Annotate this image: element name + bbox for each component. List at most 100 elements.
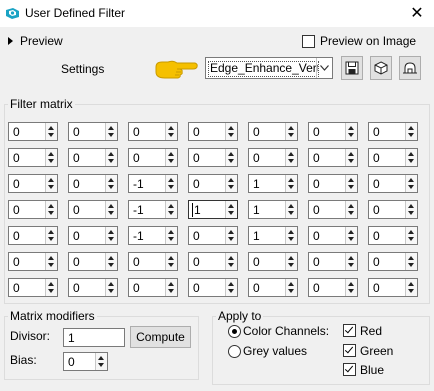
matrix-cell-stepper[interactable]: 0 — [368, 174, 418, 193]
matrix-cell-spinner[interactable] — [45, 227, 57, 244]
matrix-cell-spinner[interactable] — [165, 227, 177, 244]
matrix-cell-spinner[interactable] — [225, 123, 237, 140]
matrix-cell-stepper[interactable]: 0 — [188, 174, 238, 193]
matrix-cell-spinner[interactable] — [225, 253, 237, 270]
matrix-cell-stepper[interactable]: 0 — [368, 252, 418, 271]
matrix-cell-stepper[interactable]: -1 — [128, 200, 178, 219]
matrix-cell-spinner[interactable] — [285, 253, 297, 270]
matrix-cell-spinner[interactable] — [285, 227, 297, 244]
save-preset-button[interactable] — [341, 56, 363, 80]
matrix-cell-stepper[interactable]: 0 — [68, 226, 118, 245]
matrix-cell-stepper[interactable]: 0 — [68, 278, 118, 297]
matrix-cell-spinner[interactable] — [225, 227, 237, 244]
matrix-cell-spinner[interactable] — [285, 123, 297, 140]
matrix-cell-spinner[interactable] — [45, 253, 57, 270]
matrix-cell-stepper[interactable]: 1 — [248, 226, 298, 245]
matrix-cell-spinner[interactable] — [405, 201, 417, 218]
chevron-down-icon[interactable] — [316, 58, 332, 78]
matrix-cell-spinner[interactable] — [405, 175, 417, 192]
matrix-cell-stepper[interactable]: 0 — [8, 148, 58, 167]
matrix-cell-spinner[interactable] — [405, 279, 417, 296]
matrix-cell-stepper[interactable]: 0 — [308, 278, 358, 297]
matrix-cell-spinner[interactable] — [165, 201, 177, 218]
matrix-cell-spinner[interactable] — [165, 279, 177, 296]
matrix-cell-stepper[interactable]: 0 — [68, 122, 118, 141]
preview-on-image-checkbox[interactable]: Preview on Image — [302, 34, 416, 48]
matrix-cell-spinner[interactable] — [45, 149, 57, 166]
matrix-cell-stepper[interactable]: 0 — [188, 226, 238, 245]
matrix-cell-spinner[interactable] — [165, 123, 177, 140]
matrix-cell-spinner[interactable] — [345, 227, 357, 244]
matrix-cell-stepper[interactable]: 0 — [8, 252, 58, 271]
matrix-cell-stepper[interactable]: 0 — [368, 148, 418, 167]
matrix-cell-spinner[interactable] — [105, 279, 117, 296]
matrix-cell-stepper[interactable]: 0 — [248, 122, 298, 141]
matrix-cell-spinner[interactable] — [345, 123, 357, 140]
green-channel-checkbox[interactable] — [343, 344, 356, 357]
matrix-cell-stepper[interactable]: 0 — [68, 174, 118, 193]
matrix-cell-stepper[interactable]: 0 — [308, 174, 358, 193]
matrix-cell-stepper[interactable]: 0 — [308, 148, 358, 167]
matrix-cell-spinner[interactable] — [105, 227, 117, 244]
matrix-cell-spinner[interactable] — [225, 201, 237, 218]
matrix-cell-spinner[interactable] — [405, 253, 417, 270]
matrix-cell-stepper[interactable]: 0 — [188, 278, 238, 297]
matrix-cell-spinner[interactable] — [405, 123, 417, 140]
preset-dropdown[interactable]: Edge_Enhance_Vert... — [205, 57, 333, 79]
matrix-cell-stepper[interactable]: 0 — [188, 252, 238, 271]
matrix-cell-stepper[interactable]: 0 — [188, 148, 238, 167]
matrix-cell-spinner[interactable] — [105, 175, 117, 192]
matrix-cell-stepper[interactable]: 0 — [368, 122, 418, 141]
matrix-cell-spinner[interactable] — [225, 279, 237, 296]
compute-button[interactable]: Compute — [130, 326, 191, 348]
matrix-cell-spinner[interactable] — [45, 201, 57, 218]
matrix-cell-stepper[interactable]: 1 — [248, 174, 298, 193]
matrix-cell-spinner[interactable] — [105, 253, 117, 270]
matrix-cell-stepper[interactable]: 0 — [308, 200, 358, 219]
matrix-cell-stepper[interactable]: 0 — [308, 122, 358, 141]
matrix-cell-stepper[interactable]: 1 — [248, 200, 298, 219]
matrix-cell-spinner[interactable] — [285, 149, 297, 166]
matrix-cell-spinner[interactable] — [285, 279, 297, 296]
matrix-cell-stepper[interactable]: 0 — [368, 226, 418, 245]
matrix-cell-spinner[interactable] — [405, 227, 417, 244]
bias-spinner[interactable] — [95, 353, 107, 370]
preview-expander[interactable]: Preview — [8, 34, 63, 48]
cube-button[interactable] — [370, 56, 392, 80]
matrix-cell-spinner[interactable] — [105, 201, 117, 218]
matrix-cell-stepper[interactable]: 0 — [8, 122, 58, 141]
matrix-cell-stepper[interactable]: 0 — [8, 278, 58, 297]
matrix-cell-stepper[interactable]: 0 — [68, 252, 118, 271]
matrix-cell-stepper[interactable]: 0 — [128, 148, 178, 167]
matrix-cell-spinner[interactable] — [285, 201, 297, 218]
matrix-cell-stepper[interactable]: 0 — [8, 174, 58, 193]
matrix-cell-spinner[interactable] — [165, 149, 177, 166]
matrix-cell-spinner[interactable] — [225, 175, 237, 192]
matrix-cell-stepper[interactable]: 0 — [68, 148, 118, 167]
matrix-cell-spinner[interactable] — [285, 175, 297, 192]
blue-channel-checkbox[interactable] — [343, 363, 356, 376]
matrix-cell-stepper[interactable]: 0 — [248, 148, 298, 167]
matrix-cell-spinner[interactable] — [225, 149, 237, 166]
matrix-cell-stepper[interactable]: 0 — [188, 122, 238, 141]
divisor-input[interactable]: 1 — [63, 328, 125, 347]
matrix-cell-spinner[interactable] — [45, 175, 57, 192]
matrix-cell-stepper[interactable]: 0 — [368, 200, 418, 219]
matrix-cell-spinner[interactable] — [105, 149, 117, 166]
matrix-cell-stepper[interactable]: 0 — [68, 200, 118, 219]
matrix-cell-spinner[interactable] — [45, 279, 57, 296]
matrix-cell-stepper[interactable]: 0 — [368, 278, 418, 297]
matrix-cell-spinner[interactable] — [345, 149, 357, 166]
reset-button[interactable] — [399, 56, 421, 80]
matrix-cell-spinner[interactable] — [105, 123, 117, 140]
bias-stepper[interactable]: 0 — [63, 352, 108, 371]
matrix-cell-stepper[interactable]: 0 — [248, 252, 298, 271]
matrix-cell-stepper[interactable]: 0 — [308, 226, 358, 245]
matrix-cell-stepper[interactable]: -1 — [128, 174, 178, 193]
matrix-cell-stepper[interactable]: 0 — [128, 252, 178, 271]
preview-on-image-box[interactable] — [302, 34, 315, 48]
matrix-cell-stepper[interactable]: -1 — [128, 226, 178, 245]
matrix-cell-stepper[interactable]: 0 — [8, 226, 58, 245]
matrix-cell-stepper[interactable]: 1 — [188, 200, 238, 219]
matrix-cell-stepper[interactable]: 0 — [128, 122, 178, 141]
